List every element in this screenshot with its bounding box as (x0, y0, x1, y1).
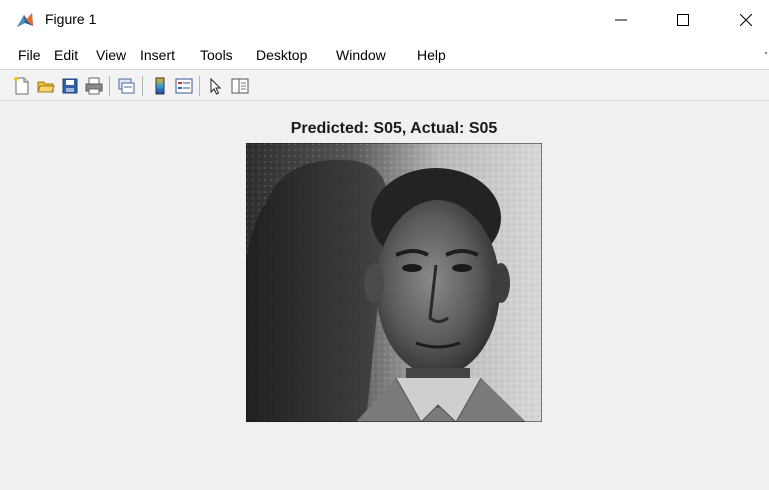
open-file-button[interactable] (36, 76, 56, 96)
link-plot-icon (118, 78, 135, 94)
title-bar: Figure 1 (0, 0, 769, 40)
menu-tools[interactable]: Tools (200, 47, 233, 63)
minimize-button[interactable] (598, 0, 644, 40)
menu-view[interactable]: View (96, 47, 126, 63)
insert-colorbar-icon (155, 77, 165, 95)
new-figure-button[interactable] (12, 76, 32, 96)
save-button[interactable] (60, 76, 80, 96)
menu-insert[interactable]: Insert (140, 47, 175, 63)
menu-file[interactable]: File (18, 47, 41, 63)
face-photo (246, 143, 542, 422)
property-inspector-button[interactable] (230, 76, 250, 96)
axes-title: Predicted: S05, Actual: S05 (290, 120, 498, 137)
link-plot-button[interactable] (116, 76, 136, 96)
close-icon (740, 14, 752, 26)
insert-colorbar-button[interactable] (150, 76, 170, 96)
menu-help[interactable]: Help (417, 47, 446, 63)
insert-legend-button[interactable] (174, 76, 194, 96)
matlab-icon (15, 10, 35, 30)
edit-plot-icon (210, 77, 222, 95)
menu-window[interactable]: Window (336, 47, 386, 63)
menu-edit[interactable]: Edit (54, 47, 78, 63)
print-icon (85, 77, 103, 95)
menu-overflow-mark (765, 52, 767, 54)
toolbar-separator (109, 76, 110, 96)
new-figure-icon (14, 77, 29, 95)
open-file-icon (37, 81, 55, 93)
insert-legend-icon (175, 78, 193, 94)
toolbar-separator (199, 76, 200, 96)
menu-bar: File Edit View Insert Tools Desktop Wind… (0, 40, 769, 70)
edit-plot-button[interactable] (206, 76, 226, 96)
maximize-button[interactable] (660, 0, 706, 40)
toolbar-separator (142, 76, 143, 96)
print-button[interactable] (84, 76, 104, 96)
window-title: Figure 1 (45, 11, 97, 27)
property-inspector-icon (231, 78, 249, 94)
save-icon (62, 78, 78, 94)
minimize-icon (615, 19, 627, 21)
menu-desktop[interactable]: Desktop (256, 47, 307, 63)
toolbar (0, 71, 769, 101)
close-button[interactable] (723, 0, 769, 40)
maximize-icon (677, 14, 689, 26)
